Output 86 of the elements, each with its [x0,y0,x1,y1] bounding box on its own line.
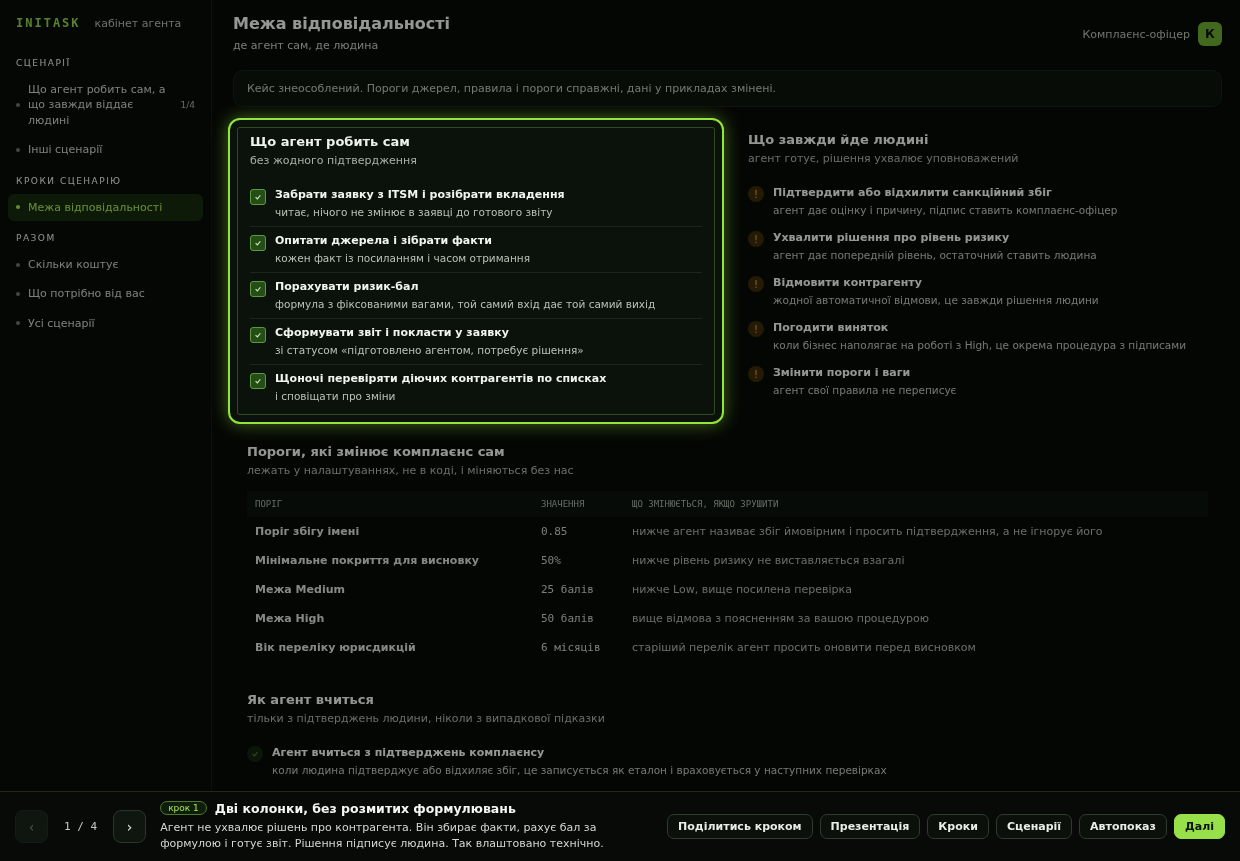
section-title: Пороги, які змінює комплаєнс сам [247,444,506,459]
table-cell-text: 50 балів [540,611,595,627]
table-cell-text: Мінімальне покриття для висновку [254,553,481,569]
table-cell-text: Межа Medium [254,582,346,598]
logo: INITASK [16,16,81,30]
page-title: Межа відповідальності [233,14,451,33]
section-subtitle: тільки з підтверджень людини, ніколи з випадкової підказки [247,712,606,725]
step-badge: крок 1 [160,801,207,815]
check-icon [247,746,263,762]
section-subtitle: лежать у налаштуваннях, не в коді, і міняються без нас [247,464,575,477]
table-cell-text: 50% [540,553,562,569]
task-title: Погодити виняток [773,321,890,334]
task-detail: агент свої правила не переписує [773,384,957,396]
section-heading: КРОКИ СЦЕНАРІЮ [15,174,123,188]
warning-marker: ! [748,186,764,202]
column-header: ЗНАЧЕННЯ [533,491,624,517]
check-icon [254,377,262,385]
task-detail: і сповіщати про зміни [275,390,397,402]
task-title: Змінити пороги і ваги [773,366,912,379]
task-title: Відмовити контрагенту [773,276,923,289]
next-button[interactable]: › [113,810,147,843]
table-cell-text: Межа High [254,611,326,627]
sidebar-item[interactable]: Усі сценарії [8,309,203,338]
task-title: Щоночі перевіряти діючих контрагентів по списках [275,372,607,385]
column-header: ЩО ЗМІНЮЄТЬСЯ, ЯКЩО ЗРУШИТИ [624,491,1208,517]
warning-marker: ! [748,231,764,247]
sidebar-item[interactable]: Що агент робить сам, а що завжди віддає людині 1/4 [8,76,203,135]
check-icon [254,331,262,339]
task-detail: читає, нічого не змінює в заявці до готового звіту [275,206,554,218]
tour-button[interactable]: Автопоказ [1079,814,1167,839]
step-counter: 1 / 4 [63,820,99,833]
task-detail: жодної автоматичної відмови, це завжди рішення людини [773,294,1099,306]
task-detail: кожен факт із посиланням і часом отримання [275,252,531,264]
section-heading: РАЗОМ [15,231,57,245]
table-cell: 0.85 [533,517,624,546]
table-cell: Поріг збігу імені [247,517,533,546]
item-detail: коли людина підтверджує або відхиляє збіг, це записується як еталон і враховується у наступних перевірках [272,764,887,776]
page-subtitle: де агент сам, де людина [233,39,380,52]
check-icon [254,239,262,247]
tour-button[interactable]: Поділитись кроком [667,814,813,839]
table-cell-text: нижче рівень ризику не виставляється взагалі [631,553,906,569]
task-detail: агент дає попередній рівень, остаточний ставить людина [773,249,1097,261]
sidebar-item[interactable]: Що потрібно від вас [8,280,203,308]
task-detail: коли бізнес наполягає на роботі з High, це окрема процедура з підписами [773,339,1187,351]
section-title: Як агент вчиться [247,692,375,707]
table-cell-text: старіший перелік агент просить оновити перед висновком [631,640,977,656]
task-title: Сформувати звіт і покласти у заявку [275,326,510,339]
sidebar-item[interactable]: Скільки коштує [8,250,203,279]
task-detail: зі статусом «підготовлено агентом, потребує рішення» [275,344,584,356]
item-title: Агент вчиться з підтверджень комплаєнсу [272,746,546,759]
section-heading: СЦЕНАРІЇ [15,57,72,70]
notice-banner: Кейс знеособлений. Пороги джерел, правила і пороги справжні, дані у прикладах змінені. [233,70,1222,107]
warning-marker: ! [748,276,764,292]
task-title: Опитати джерела і зібрати факти [275,234,493,247]
warning-marker: ! [748,321,764,337]
table-cell-text: 6 місяців [540,640,602,656]
tour-button[interactable]: Презентація [819,814,921,839]
tour-button[interactable]: Кроки [927,814,989,839]
tour-button[interactable]: Далі [1173,814,1225,839]
table-cell-text: Вік переліку юрисдикцій [254,640,417,656]
table-cell-text: 25 балів [540,582,595,598]
sidebar-item[interactable]: Межа відповідальності [8,193,203,221]
card-subtitle: без жодного підтвердження [250,154,418,167]
avatar[interactable]: К [1198,22,1222,46]
cabinet-label: кабінет агента [94,17,182,30]
column-title: Що завжди йде людині [748,132,930,147]
check-icon [254,285,262,293]
task-title: Підтвердити або відхилити санкційний збіг [773,186,1053,199]
sidebar-item[interactable]: Інші сценарії [8,136,203,164]
task-title: Порахувати ризик-бал [275,280,420,293]
task-title: Забрати заявку з ITSM і розібрати вкладення [275,188,565,201]
warning-marker: ! [748,366,764,382]
task-detail: формула з фіксованими вагами, той самий вхід дає той самий вихід [275,298,656,310]
column-header: ПОРІГ [247,491,533,517]
task-title: Ухвалити рішення про рівень ризику [773,231,1011,244]
step-description: Агент не ухвалює рішень про контрагента. Він збирає факти, рахує бал за формулою і готує звіт. Рішення підписує людина. Так влаштовано технічно. [160,819,605,852]
table-cell-text: нижче Low, вище посилена перевірка [631,582,853,598]
card-title: Що агент робить сам [250,134,411,149]
step-title: Дві колонки, без розмитих формулювань [214,800,516,816]
tour-button[interactable]: Сценарії [995,814,1073,839]
task-detail: агент дає оцінку і причину, підпис ставить комплаєнс-офіцер [773,204,1118,216]
table-cell: нижче агент називає збіг ймовірним і просить підтвердження, а не ігнорує його [624,517,1208,546]
column-subtitle: агент готує, рішення ухвалює уповноважений [748,152,1020,165]
table-cell-text: вище відмова з поясненням за вашою процедурою [631,611,930,627]
user-role: Комплаєнс-офіцер [1082,27,1190,41]
check-icon [254,193,262,201]
